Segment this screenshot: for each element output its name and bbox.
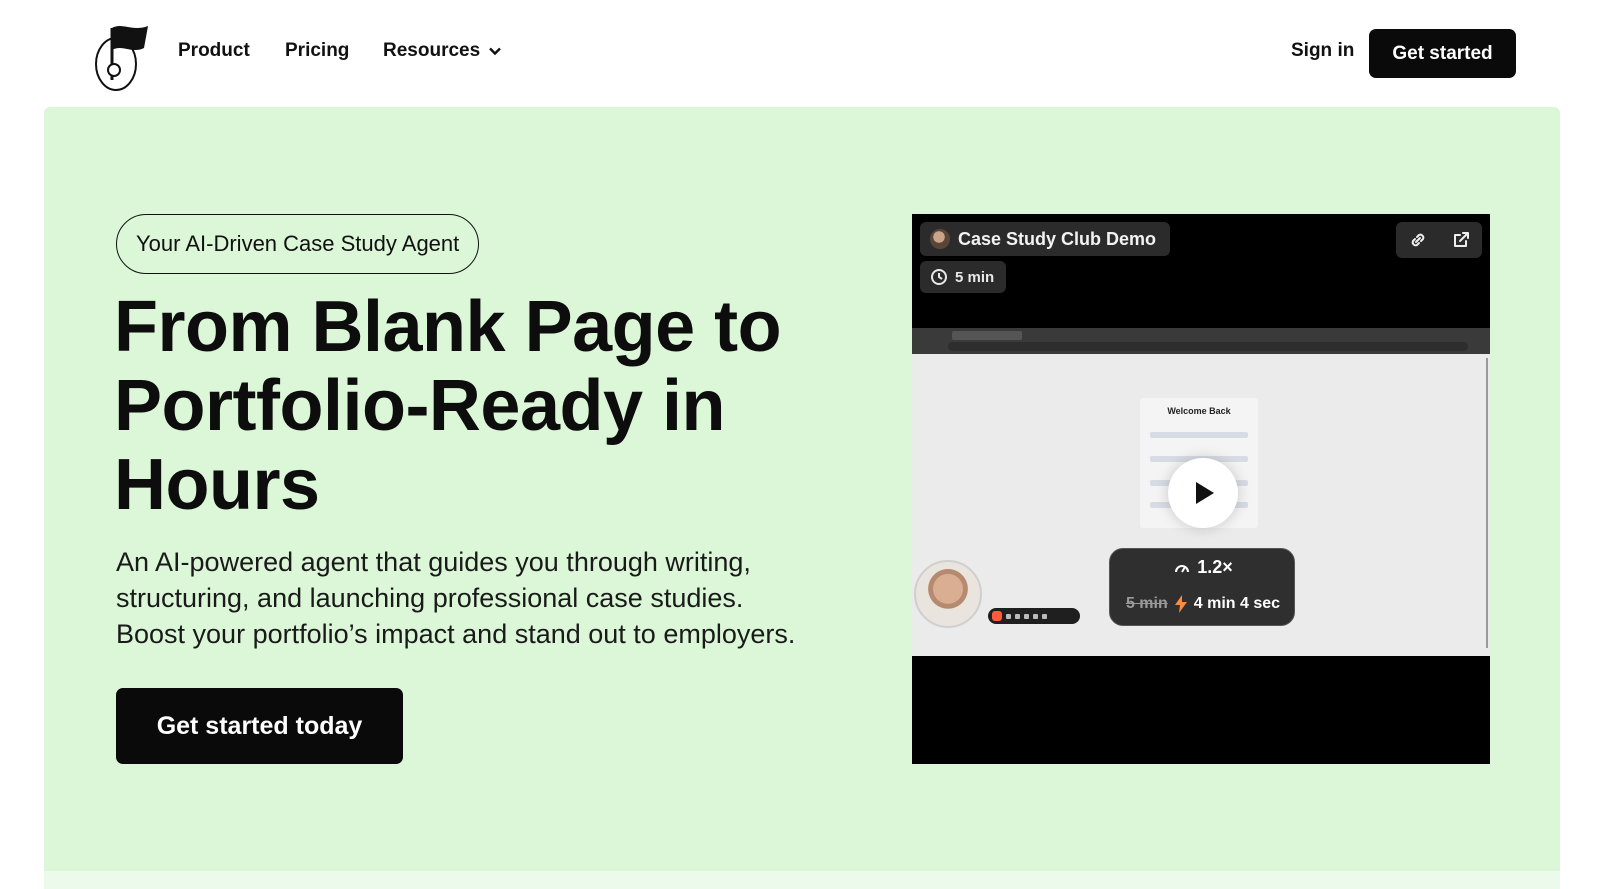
record-stop-icon [992, 611, 1002, 621]
next-section-edge [44, 871, 1560, 889]
headline-line: Portfolio-Ready in [114, 366, 726, 446]
nav-product[interactable]: Product [178, 40, 250, 62]
speed-row: 1.2× [1110, 557, 1296, 578]
playback-speed: 1.2× [1197, 557, 1233, 577]
clock-icon [931, 269, 947, 285]
delete-icon [1042, 613, 1047, 619]
rewind-icon [1015, 613, 1020, 619]
sign-in-link[interactable]: Sign in [1291, 40, 1354, 62]
link-icon[interactable] [1408, 230, 1428, 250]
browser-chrome [912, 328, 1490, 354]
chevron-down-icon [489, 47, 502, 56]
restart-icon [1033, 613, 1038, 619]
new-time: 4 min 4 sec [1193, 595, 1281, 612]
speedometer-icon [1175, 564, 1190, 573]
video-actions [1396, 222, 1482, 258]
get-started-today-button[interactable]: Get started today [116, 688, 403, 764]
hero-subtitle: An AI-powered agent that guides you thro… [116, 544, 886, 652]
headline-line: Hours [114, 445, 320, 525]
flag-logo-icon[interactable] [92, 20, 158, 92]
browser-url-bar [948, 342, 1468, 351]
video-title: Case Study Club Demo [958, 228, 1157, 249]
video-duration-badge: 5 min [920, 261, 1007, 293]
video-duration: 5 min [955, 268, 995, 286]
nav-resources[interactable]: Resources [383, 40, 502, 62]
hero-badge: Your AI-Driven Case Study Agent [116, 214, 480, 274]
external-link-icon[interactable] [1451, 230, 1471, 250]
play-button[interactable] [1168, 458, 1238, 528]
screen-scrollbar [1486, 358, 1488, 648]
play-icon [1196, 482, 1214, 504]
recording-controls [988, 608, 1080, 624]
video-title-badge[interactable]: Case Study Club Demo [920, 222, 1171, 256]
presenter-camera-bubble [914, 560, 982, 628]
subtitle-line: Boost your portfolio’s impact and stand … [116, 619, 796, 649]
browser-tab [952, 331, 1022, 340]
subtitle-line: structuring, and launching professional … [116, 583, 744, 613]
time-saved-row: 5 min 4 min 4 sec [1110, 595, 1296, 613]
get-started-button[interactable]: Get started [1369, 29, 1516, 78]
pause-icon [1006, 613, 1011, 619]
top-nav: Product Pricing Resources Sign in Get st… [0, 0, 1600, 104]
timer-icon [1024, 613, 1029, 619]
nav-resources-label: Resources [383, 40, 481, 61]
headline-line: From Blank Page to [114, 287, 782, 367]
demo-video-player[interactable]: Case Study Club Demo 5 min Welcome Back [912, 214, 1490, 764]
screen-heading: Welcome Back [1167, 406, 1231, 416]
original-time: 5 min [1125, 595, 1168, 612]
playback-speed-card[interactable]: 1.2× 5 min 4 min 4 sec [1109, 548, 1295, 626]
presenter-avatar [930, 229, 950, 249]
bolt-icon [1174, 595, 1187, 613]
hero-headline: From Blank Page to Portfolio-Ready in Ho… [114, 288, 874, 525]
nav-pricing[interactable]: Pricing [285, 40, 349, 62]
form-line [1150, 432, 1248, 438]
subtitle-line: An AI-powered agent that guides you thro… [116, 547, 751, 577]
